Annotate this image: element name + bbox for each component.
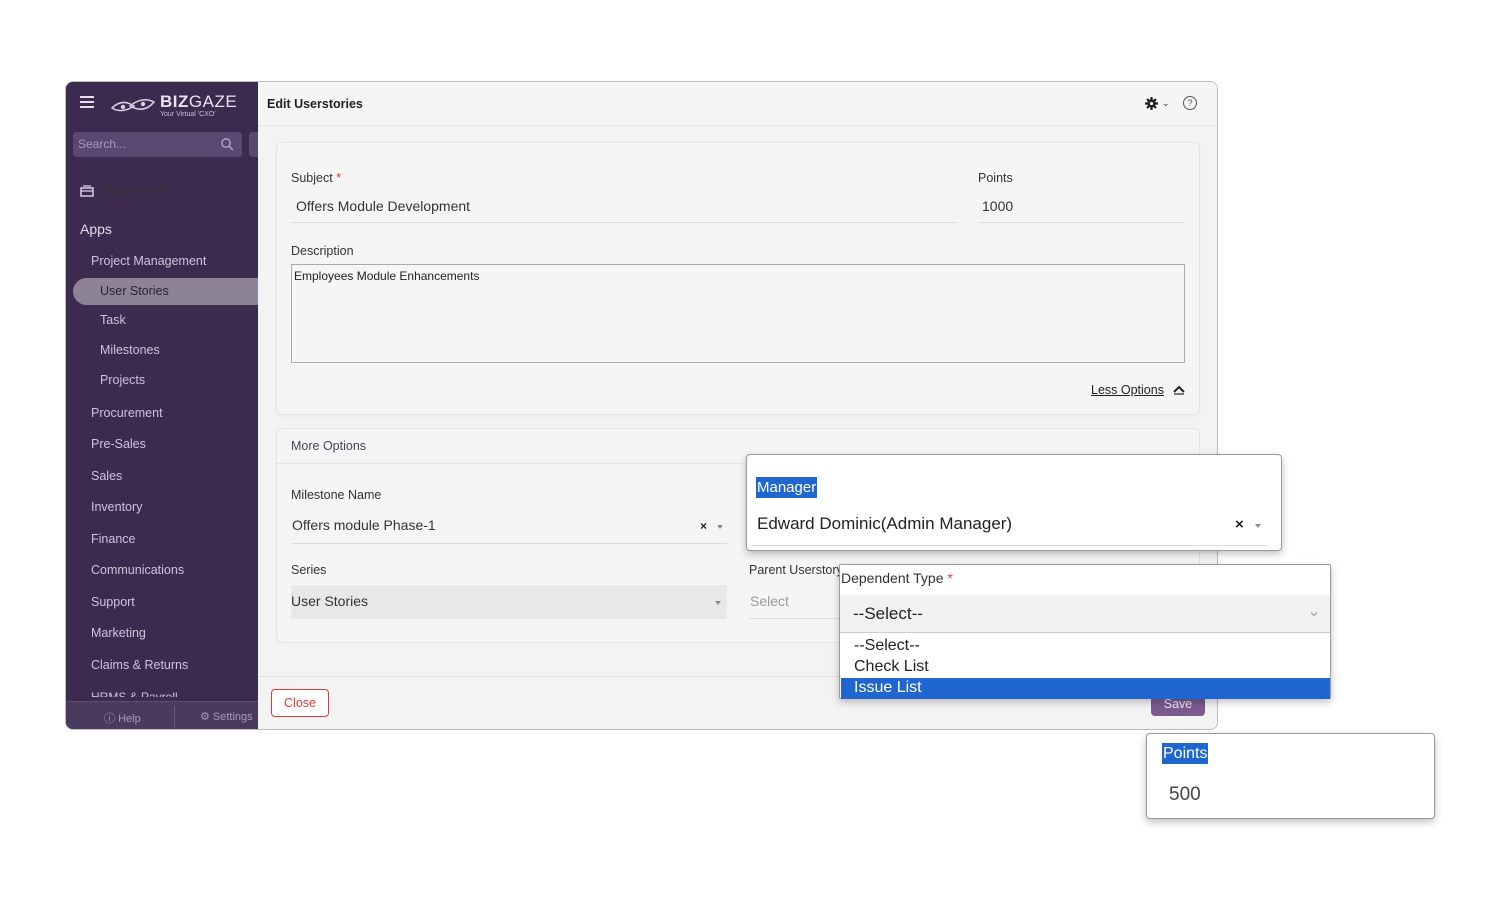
description-textarea[interactable]: Employees Module Enhancements [291,264,1185,363]
dashboard-icon [80,185,94,197]
points-popup-value[interactable]: 500 [1169,784,1201,806]
sidebar-item-communications[interactable]: Communications [91,563,184,577]
parent-userstory-select[interactable]: Select [750,593,789,609]
series-value: User Stories [291,593,369,609]
subject-label: Subject * [291,171,342,185]
manager-caret-icon[interactable] [1255,524,1261,528]
sidebar-header: BIZGAZE Your Virtual 'CXO' [66,82,258,126]
manager-label: Manager [756,477,818,498]
footer-divider [174,706,175,728]
manager-field-popup: Manager Edward Dominic(Admin Manager) × [746,454,1282,551]
sidebar-item-finance[interactable]: Finance [91,532,135,546]
parent-userstory-label: Parent Userstory [749,563,843,577]
milestone-select[interactable]: Offers module Phase-1 [292,517,436,533]
page-title: Edit Userstories [267,97,363,111]
chevron-down-icon[interactable]: ⌄ [1162,98,1170,109]
nav-apps-heading: Apps [80,221,112,237]
sidebar-item-milestones[interactable]: Milestones [100,343,160,357]
search-icon[interactable] [220,137,234,151]
more-options-heading: More Options [291,439,367,453]
dependent-type-select[interactable]: --Select-- [840,595,1330,633]
sidebar-item-marketing[interactable]: Marketing [91,626,146,640]
sidebar-item-inventory[interactable]: Inventory [91,500,142,514]
dependent-type-value: --Select-- [853,604,923,623]
subject-underline [291,222,957,223]
sidebar-item-user-stories[interactable]: User Stories [100,284,169,298]
subject-field[interactable]: Offers Module Development [296,198,470,214]
footer-settings-link[interactable]: ⚙ Settings [200,710,253,723]
series-caret-icon[interactable] [715,601,721,605]
points-field-popup: Points 500 [1146,733,1435,819]
sidebar-footer: ⓘ Help ⚙ Settings [66,701,258,729]
sidebar-item-procurement[interactable]: Procurement [91,406,163,420]
points-underline [978,222,1185,223]
less-options-link[interactable]: Less Options [1091,383,1164,397]
milestone-caret-icon[interactable] [717,525,723,529]
manager-underline [752,545,1268,546]
dashboard-label: Dashboard [103,183,165,197]
sidebar: BIZGAZE Your Virtual 'CXO' Search... Das… [66,82,263,729]
points-popup-label: Points [1162,743,1209,764]
sidebar-item-projects[interactable]: Projects [100,373,145,387]
milestone-label: Milestone Name [291,488,382,502]
sidebar-item-task[interactable]: Task [100,313,126,327]
panel-header: Edit Userstories ⌄ ? [258,82,1217,126]
sidebar-item-hrms-payroll[interactable]: HRMS & Payroll [91,690,178,697]
manager-select[interactable]: Edward Dominic(Admin Manager) [757,514,1012,534]
chevron-down-icon[interactable] [1310,610,1318,618]
dependent-option-select[interactable]: --Select-- [841,636,1330,657]
sidebar-item-project-management[interactable]: Project Management [91,254,206,268]
bizgaze-logo[interactable]: BIZGAZE Your Virtual 'CXO' [110,92,250,122]
chevron-up-icon[interactable] [1173,385,1185,395]
gear-icon[interactable] [1145,97,1158,110]
close-button[interactable]: Close [271,689,329,717]
sidebar-item-pre-sales[interactable]: Pre-Sales [91,437,146,451]
logo-mark-icon [110,99,156,112]
description-label: Description [291,244,354,258]
sidebar-item-support[interactable]: Support [91,595,135,609]
series-label: Series [291,563,327,577]
milestone-clear-icon[interactable]: × [700,519,707,533]
dependent-type-label: Dependent Type * [841,570,953,586]
search-placeholder: Search... [78,137,127,151]
dependent-option-issue-list[interactable]: Issue List [841,678,1330,699]
hamburger-menu-icon[interactable] [80,96,94,108]
logo-text: BIZGAZE [160,92,238,111]
sidebar-item-sales[interactable]: Sales [91,469,122,483]
search-toggle[interactable] [249,132,258,157]
manager-clear-icon[interactable]: × [1235,516,1244,533]
help-icon[interactable]: ? [1183,96,1197,110]
points-label: Points [978,171,1013,185]
sidebar-item-claims-returns[interactable]: Claims & Returns [91,658,188,672]
dependent-type-popup: Dependent Type * --Select-- --Select-- C… [839,564,1331,699]
logo-tagline: Your Virtual 'CXO' [160,111,216,118]
sidebar-search-input[interactable]: Search... [73,132,242,157]
details-card: Subject * Offers Module Development Poin… [276,142,1200,415]
footer-help-link[interactable]: ⓘ Help [104,710,141,726]
points-field[interactable]: 1000 [982,198,1013,214]
milestone-underline [291,543,727,544]
dependent-option-check-list[interactable]: Check List [841,657,1330,678]
